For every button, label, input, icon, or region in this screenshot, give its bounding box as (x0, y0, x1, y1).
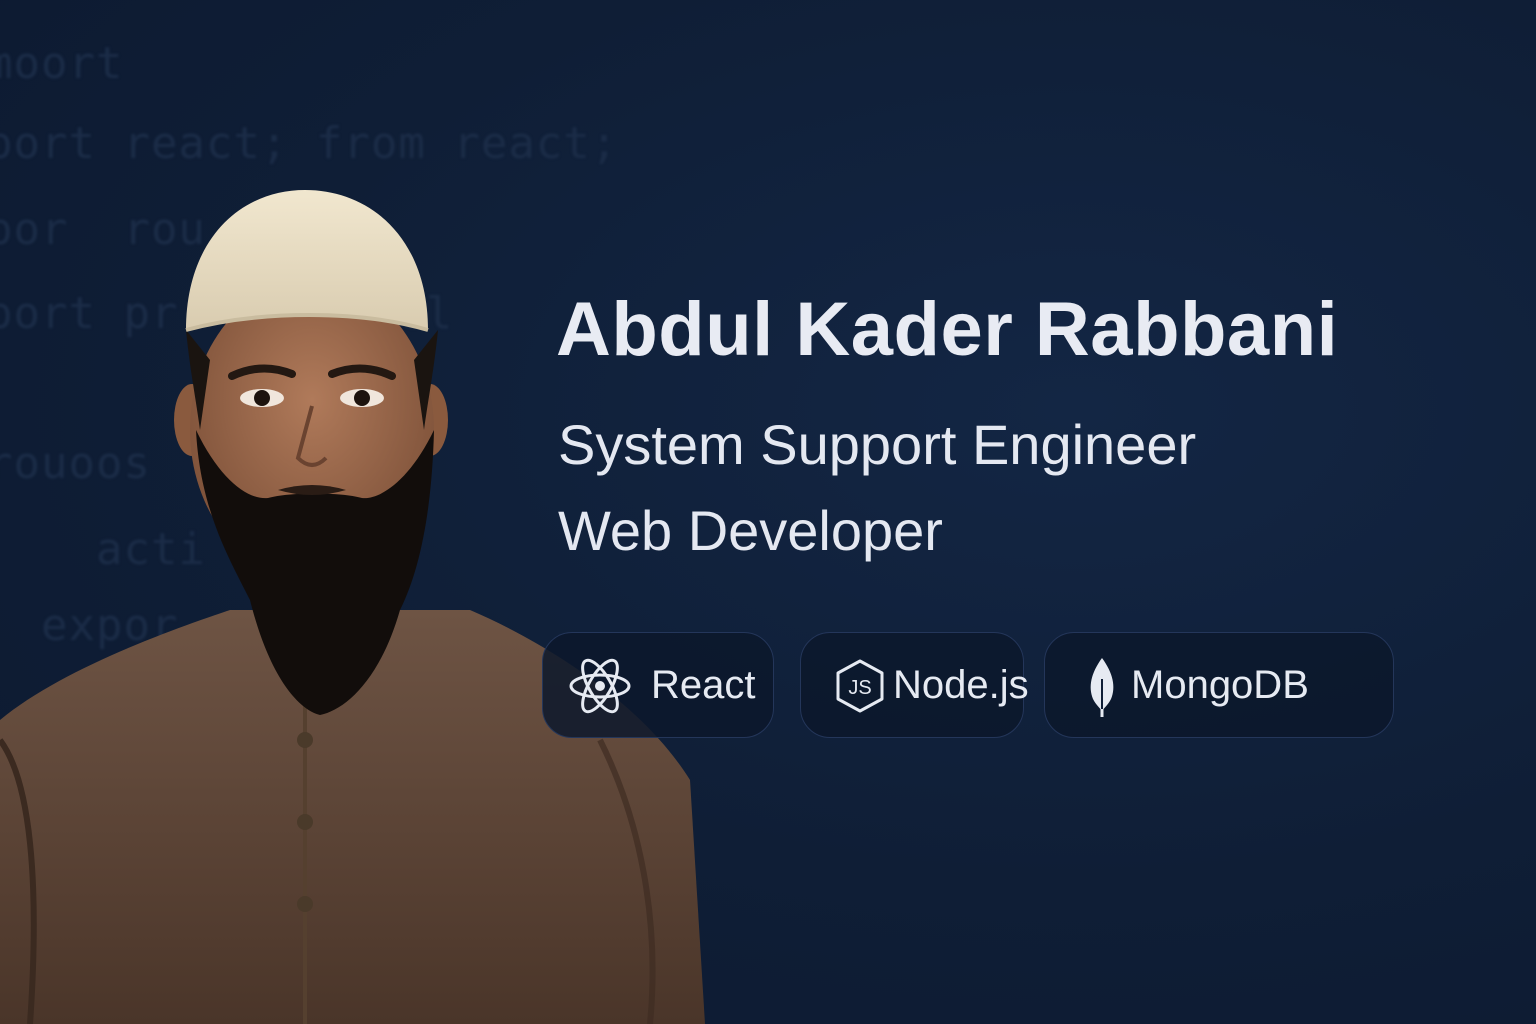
skill-chip-nodejs: JS Node.js (800, 632, 1029, 738)
skill-label: Node.js (893, 663, 1029, 707)
react-icon (569, 658, 631, 714)
nodejs-icon: JS (836, 659, 884, 713)
skill-label: MongoDB (1131, 663, 1309, 707)
skill-label: React (651, 663, 756, 707)
profile-name: Abdul Kader Rabbani (556, 287, 1339, 372)
job-title-secondary: Web Developer (558, 499, 943, 562)
skill-chip-mongodb: MongoDB (1044, 632, 1394, 738)
skill-chip-react: React (542, 632, 774, 738)
job-title-primary: System Support Engineer (558, 413, 1197, 476)
mongodb-leaf-icon (1090, 658, 1114, 717)
svg-text:JS: JS (848, 677, 871, 699)
